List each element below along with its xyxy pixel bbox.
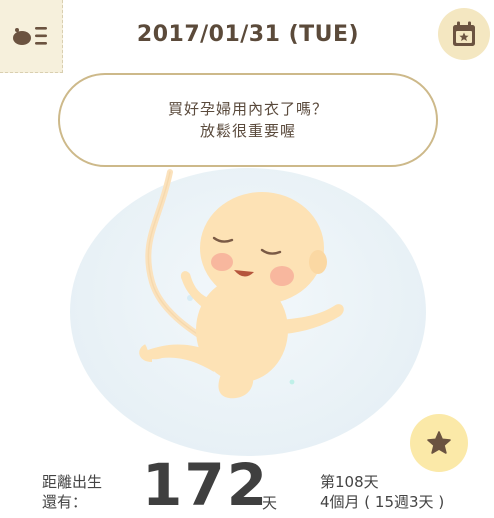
- star-icon: [427, 431, 451, 454]
- pregnancy-month-week: 4個月 ( 15週3天 ): [320, 493, 445, 511]
- app-screen: 2017/01/31 (TUE) 買好孕婦用內衣了嗎？ 放鬆很重要喔 距離出生 …: [0, 0, 494, 518]
- days-remaining-number: 172: [142, 451, 270, 518]
- countdown-label-line-1: 距離出生: [42, 473, 103, 491]
- pregnancy-progress-info: 第108天 4個月 ( 15週3天 ): [320, 472, 444, 512]
- countdown-label-line-2: 還有：: [42, 493, 88, 511]
- pregnancy-day-count: 第108天: [320, 473, 379, 491]
- countdown-label: 距離出生 還有：: [42, 472, 102, 512]
- days-unit: 天: [262, 494, 278, 512]
- favorite-button[interactable]: [410, 414, 468, 472]
